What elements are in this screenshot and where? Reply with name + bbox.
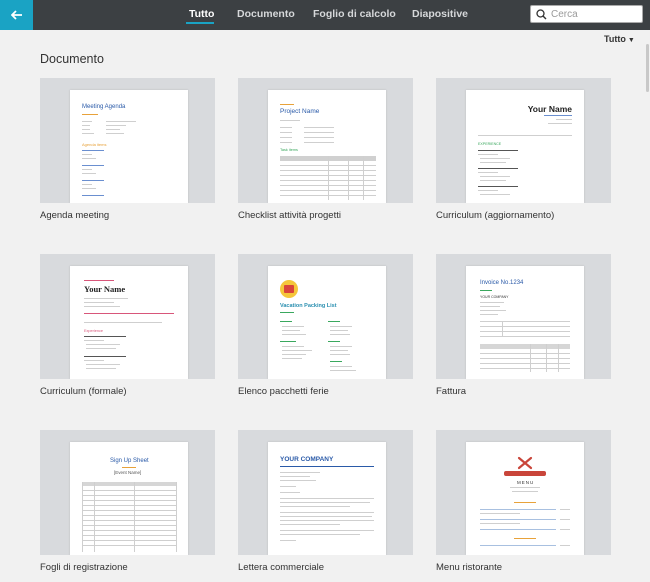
active-tab-indicator <box>186 22 214 24</box>
template-card-lettera-commerciale[interactable]: YOUR COMPANY Lettera commerciale <box>238 430 413 580</box>
template-label: Agenda meeting <box>40 210 110 221</box>
tab-documento[interactable]: Documento <box>237 8 295 20</box>
preview-heading: EXPERIENCE <box>478 142 502 146</box>
preview-title: Sign Up Sheet <box>110 458 149 464</box>
tab-tutto[interactable]: Tutto <box>189 8 214 20</box>
template-label: Curriculum (formale) <box>40 386 127 397</box>
template-thumbnail: Your Name Experience <box>40 254 215 379</box>
document-preview: Vacation Packing List <box>268 266 386 379</box>
template-thumbnail: YOUR COMPANY <box>238 430 413 555</box>
tab-foglio-di-calcolo[interactable]: Foglio di calcolo <box>313 8 396 20</box>
search-box[interactable] <box>530 5 643 23</box>
section-title: Documento <box>40 52 104 66</box>
template-label: Menu ristorante <box>436 562 503 573</box>
tab-diapositive[interactable]: Diapositive <box>412 8 468 20</box>
preview-heading: Agenda items <box>82 142 107 147</box>
preview-title: YOUR COMPANY <box>280 456 334 463</box>
template-card-curriculum-aggiornamento[interactable]: Your Name EXPERIENCE Curriculum (aggiorn… <box>436 78 611 228</box>
preview-title: MENU <box>517 480 535 485</box>
template-thumbnail: MENU <box>436 430 611 555</box>
suitcase-icon <box>280 280 298 298</box>
search-icon <box>536 9 547 20</box>
template-card-agenda-meeting[interactable]: Meeting Agenda Agenda items Agenda meeti… <box>40 78 215 228</box>
template-thumbnail: Vacation Packing List <box>238 254 413 379</box>
preview-title: Project Name <box>280 108 320 115</box>
document-preview: Meeting Agenda Agenda items <box>70 90 188 203</box>
template-card-elenco-pacchetti-ferie[interactable]: Vacation Packing List Elenco pacchetti f… <box>238 254 413 404</box>
document-preview: Sign Up Sheet [Event Name] <box>70 442 188 555</box>
preview-title: Meeting Agenda <box>82 104 126 110</box>
template-label: Fogli di registrazione <box>40 562 128 573</box>
template-card-checklist[interactable]: Project Name Task items Checklist attivi… <box>238 78 413 228</box>
preview-title: Invoice No.1234 <box>480 280 524 286</box>
template-thumbnail: Project Name Task items <box>238 78 413 203</box>
preview-title: Vacation Packing List <box>280 303 337 309</box>
template-label: Fattura <box>436 386 467 397</box>
template-thumbnail: Sign Up Sheet [Event Name] <box>40 430 215 555</box>
template-card-curriculum-formale[interactable]: Your Name Experience Curriculum (formale… <box>40 254 215 404</box>
preview-subtitle: [Event Name] <box>114 470 142 475</box>
template-label: Elenco pacchetti ferie <box>238 386 329 397</box>
top-bar: Tutto Documento Foglio di calcolo Diapos… <box>0 0 650 30</box>
scrollbar[interactable] <box>646 44 649 92</box>
preview-heading: Experience <box>84 329 103 333</box>
template-thumbnail: Invoice No.1234 YOUR COMPANY <box>436 254 611 379</box>
preview-title: Your Name <box>527 104 572 114</box>
template-thumbnail: Meeting Agenda Agenda items <box>40 78 215 203</box>
preview-heading: Task items <box>280 148 298 152</box>
utensils-icon <box>517 456 533 470</box>
filter-dropdown[interactable]: Tutto ▼ <box>604 34 635 44</box>
chevron-down-icon: ▼ <box>627 37 635 44</box>
document-preview: Your Name EXPERIENCE <box>466 90 584 203</box>
template-label: Curriculum (aggiornamento) <box>436 210 555 221</box>
preview-company: YOUR COMPANY <box>480 295 509 299</box>
document-preview: Project Name Task items <box>268 90 386 203</box>
preview-title: Your Name <box>84 284 126 294</box>
document-preview: YOUR COMPANY <box>268 442 386 555</box>
search-input[interactable] <box>551 7 639 21</box>
template-label: Checklist attività progetti <box>238 210 341 221</box>
document-preview: MENU <box>466 442 584 555</box>
template-card-fogli-di-registrazione[interactable]: Sign Up Sheet [Event Name] Fogli di regi… <box>40 430 215 580</box>
document-preview: Your Name Experience <box>70 266 188 379</box>
template-label: Lettera commerciale <box>238 562 325 573</box>
filter-label: Tutto <box>604 34 626 44</box>
template-card-fattura[interactable]: Invoice No.1234 YOUR COMPANY Fattura <box>436 254 611 404</box>
template-card-menu-ristorante[interactable]: MENU Menu ristorante <box>436 430 611 580</box>
template-thumbnail: Your Name EXPERIENCE <box>436 78 611 203</box>
document-preview: Invoice No.1234 YOUR COMPANY <box>466 266 584 379</box>
